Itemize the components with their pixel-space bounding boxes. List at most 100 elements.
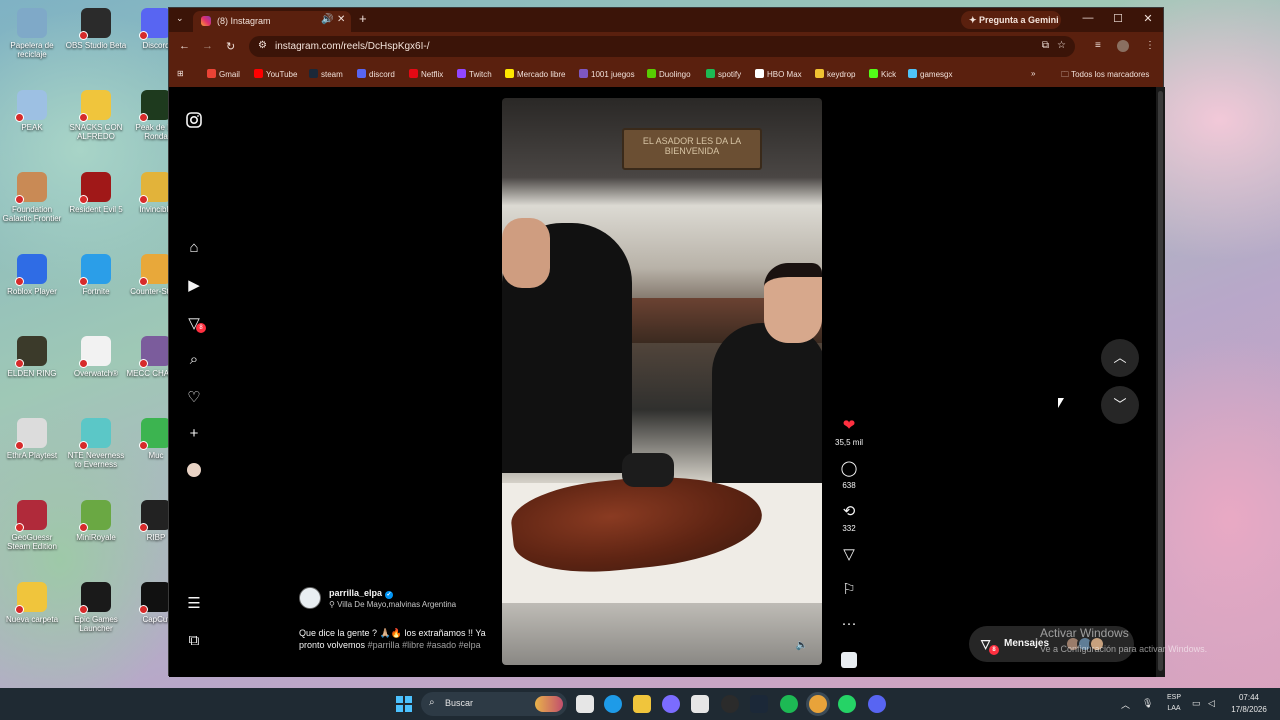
author-location[interactable]: Villa De Mayo,malvinas Argentina	[337, 600, 456, 609]
steam-icon[interactable]	[750, 695, 768, 713]
bookmark-youtube[interactable]: YouTube	[254, 69, 297, 79]
desktop-icon[interactable]: MiniRoyale	[65, 500, 127, 542]
desktop-icon[interactable]: PEAK	[1, 90, 63, 132]
bookmark-star-icon[interactable]: ☆	[1057, 40, 1066, 51]
desktop-icon[interactable]: Fortnite	[65, 254, 127, 296]
desktop-icon[interactable]: Epic Games Launcher	[65, 582, 127, 633]
previous-reel-button[interactable]: ︿	[1101, 339, 1139, 377]
author-avatar[interactable]	[299, 587, 321, 609]
apps-grid-icon[interactable]: ⊞	[177, 69, 184, 78]
new-tab-button[interactable]: +	[359, 11, 367, 26]
obs-icon[interactable]	[721, 695, 739, 713]
media-control-icon[interactable]: ≡	[1095, 40, 1101, 51]
install-app-icon[interactable]: ⧉	[1042, 40, 1049, 51]
tab-instagram[interactable]: (8) Instagram 🔊 ✕	[193, 11, 351, 32]
search-icon[interactable]: ⌕	[183, 351, 205, 373]
clock[interactable]: 07:44 17/8/2026	[1224, 692, 1274, 716]
share-button[interactable]: ▽	[835, 547, 863, 565]
page-scrollbar[interactable]	[1156, 87, 1165, 677]
desktop-icon[interactable]: NTE Neverness to Everness	[65, 418, 127, 469]
comment-button[interactable]: ◯ 638	[835, 461, 863, 491]
forward-icon[interactable]: →	[202, 40, 213, 52]
file-explorer-icon[interactable]	[633, 695, 651, 713]
bookmark-favicon-icon	[706, 69, 715, 78]
desktop-icon[interactable]: SNACKS CON ALFREDO	[65, 90, 127, 141]
volume-icon[interactable]: ◁	[1208, 698, 1215, 709]
desktop-icon[interactable]: Overwatch®	[65, 336, 127, 378]
more-options-button[interactable]: ···	[835, 616, 863, 634]
next-reel-button[interactable]: ﹀	[1101, 386, 1139, 424]
windows-start-icon[interactable]	[396, 696, 412, 712]
address-bar[interactable]: ⚙ instagram.com/reels/DcHspKgx6I-/ ⧉ ☆	[249, 36, 1075, 57]
desktop-icon[interactable]: Roblox Player	[1, 254, 63, 296]
all-bookmarks-folder[interactable]: 🗀 Todos los marcadores	[1061, 69, 1149, 83]
bookmark-discord[interactable]: discord	[357, 69, 395, 79]
repost-button[interactable]: ⟲ 332	[835, 504, 863, 534]
back-icon[interactable]: ←	[179, 40, 190, 52]
desktop-icon[interactable]: ELDEN RING	[1, 336, 63, 378]
gemini-button[interactable]: ✦ Pregunta a Gemini	[961, 11, 1061, 29]
chrome-icon[interactable]	[809, 695, 827, 713]
reel-video[interactable]: EL ASADOR LES DA LA BIENVENIDA 🔈	[502, 98, 822, 665]
bookmark-gamesgx[interactable]: gamesgx	[908, 69, 952, 79]
spotify-icon[interactable]	[780, 695, 798, 713]
desktop-icon[interactable]: Foundation Galactic Frontier	[1, 172, 63, 223]
bookmark-spotify[interactable]: spotify	[706, 69, 741, 79]
discord-icon[interactable]	[868, 695, 886, 713]
desktop-icon[interactable]: Nueva carpeta	[1, 582, 63, 624]
whatsapp-icon[interactable]	[838, 695, 856, 713]
also-from-meta-icon[interactable]: ⧉	[183, 632, 205, 654]
task-view-icon[interactable]	[576, 695, 594, 713]
more-bookmarks-icon[interactable]: »	[1031, 69, 1035, 78]
messages-icon[interactable]: ▽ 8	[183, 314, 206, 336]
notifications-heart-icon[interactable]: ♡	[183, 388, 205, 410]
volume-icon[interactable]: 🔈	[796, 640, 808, 651]
scrollbar-thumb[interactable]	[1158, 91, 1163, 671]
like-button[interactable]: ❤ 35,5 mil	[835, 418, 863, 448]
save-button[interactable]: ⚐	[835, 582, 863, 600]
cortana-icon[interactable]	[662, 695, 680, 713]
language-indicator[interactable]: ESP LAA	[1162, 692, 1186, 714]
bookmark-netflix[interactable]: Netflix	[409, 69, 443, 79]
caption-hashtags[interactable]: #parrilla #libre #asado #elpa	[368, 640, 481, 650]
desktop-icon[interactable]: GeoGuessr Steam Edition	[1, 500, 63, 551]
desktop-icon[interactable]: Papelera de reciclaje	[1, 8, 63, 59]
instagram-logo-icon[interactable]	[183, 111, 205, 133]
reload-icon[interactable]: ↻	[226, 40, 235, 53]
site-info-icon[interactable]: ⚙	[258, 40, 267, 51]
more-menu-icon[interactable]: ☰	[183, 594, 205, 616]
taskbar-search[interactable]: ⌕ Buscar	[421, 692, 567, 716]
bookmark-keydrop[interactable]: keydrop	[815, 69, 855, 79]
close-window-button[interactable]: ✕	[1133, 12, 1163, 25]
tab-audio-icon[interactable]: 🔊	[321, 14, 333, 25]
author-username[interactable]: parrilla_elpa	[329, 588, 382, 598]
audio-thumbnail[interactable]	[841, 652, 857, 668]
tab-close-icon[interactable]: ✕	[337, 14, 345, 25]
bookmark-duolingo[interactable]: Duolingo	[647, 69, 691, 79]
tab-search-icon[interactable]: ⌄	[176, 13, 184, 24]
bookmark-twitch[interactable]: Twitch	[457, 69, 492, 79]
bookmark-steam[interactable]: steam	[309, 69, 343, 79]
network-icon[interactable]: ▭	[1192, 698, 1201, 709]
bookmark-kick[interactable]: Kick	[869, 69, 896, 79]
create-plus-icon[interactable]: +	[183, 425, 205, 447]
bookmark-1001-juegos[interactable]: 1001 juegos	[579, 69, 635, 79]
profile-avatar[interactable]	[187, 463, 201, 477]
profile-avatar[interactable]	[1117, 40, 1129, 52]
home-icon[interactable]: ⌂	[183, 239, 205, 261]
edge-icon[interactable]	[604, 695, 622, 713]
tray-overflow-icon[interactable]: ︿	[1121, 698, 1130, 711]
desktop-icon[interactable]: EthrA Playtest	[1, 418, 63, 460]
microphone-icon[interactable]: 🎙	[1142, 698, 1153, 709]
browser-menu-icon[interactable]: ⋮	[1145, 40, 1155, 51]
bookmark-hbo-max[interactable]: HBO Max	[755, 69, 802, 79]
maximize-button[interactable]: ☐	[1103, 12, 1133, 25]
bookmark-label: spotify	[718, 70, 742, 79]
store-icon[interactable]	[691, 695, 709, 713]
bookmark-mercado-libre[interactable]: Mercado libre	[505, 69, 565, 79]
reels-icon[interactable]: ▶	[183, 276, 205, 298]
minimize-button[interactable]: —	[1073, 12, 1103, 24]
bookmark-gmail[interactable]: Gmail	[207, 69, 240, 79]
desktop-icon[interactable]: Resident Evil 5	[65, 172, 127, 214]
desktop-icon[interactable]: OBS Studio Beta	[65, 8, 127, 50]
